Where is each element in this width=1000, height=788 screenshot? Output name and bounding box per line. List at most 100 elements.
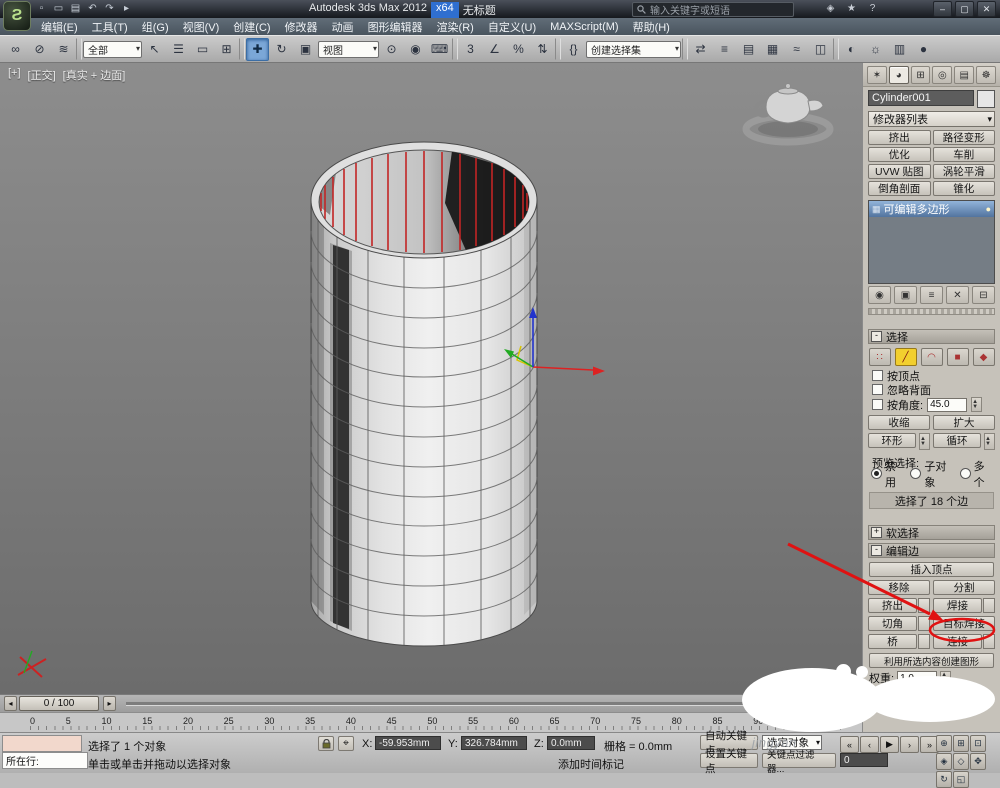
selection-lock-toggle[interactable] — [318, 736, 334, 751]
remove-modifier-icon[interactable]: ✕ — [946, 286, 969, 304]
menu-animation[interactable]: 动画 — [325, 18, 361, 36]
select-and-manipulate-icon[interactable]: ◉ — [404, 38, 427, 61]
weld-settings-button[interactable] — [983, 598, 995, 613]
loop-spinner[interactable]: ▲▼ — [984, 433, 995, 450]
current-frame-field[interactable]: 0 — [840, 753, 888, 767]
menu-maxscript[interactable]: MAXScript(M) — [543, 20, 625, 34]
configure-modifier-sets-icon[interactable]: ⊟ — [972, 286, 995, 304]
layer-manager-icon[interactable]: ▤ — [737, 38, 760, 61]
help-icon[interactable]: ? — [865, 1, 880, 16]
minimize-button[interactable]: – — [933, 1, 952, 17]
connect-button[interactable]: 连接 — [933, 634, 982, 649]
extrude-settings-button[interactable] — [918, 598, 930, 613]
previous-frame-button[interactable]: ‹ — [860, 736, 879, 753]
subobject-element-icon[interactable]: ◆ — [973, 348, 995, 366]
select-by-name-icon[interactable]: ☰ — [167, 38, 190, 61]
go-to-start-button[interactable]: « — [840, 736, 859, 753]
angle-snap-icon[interactable]: ∠ — [483, 38, 506, 61]
pan-icon[interactable]: ✥ — [970, 753, 986, 770]
zoom-all-icon[interactable]: ⊞ — [953, 735, 969, 752]
align-icon[interactable]: ≡ — [713, 38, 736, 61]
mirror-icon[interactable]: ⇄ — [689, 38, 712, 61]
time-tag-field[interactable]: 添加时间标记 — [558, 756, 624, 772]
orbit-icon[interactable]: ↻ — [936, 771, 952, 788]
subobject-border-icon[interactable]: ◠ — [921, 348, 943, 366]
remove-button[interactable]: 移除 — [868, 580, 930, 595]
zoom-extents-all-icon[interactable]: ◈ — [936, 753, 952, 770]
close-button[interactable]: ✕ — [977, 1, 996, 17]
key-filters-button[interactable]: 关键点过滤器... — [762, 753, 836, 768]
spinner-snap-icon[interactable]: ⇅ — [531, 38, 554, 61]
y-coord-field[interactable]: 326.784mm — [461, 736, 527, 750]
time-slider-prev-button[interactable]: ◂ — [4, 696, 17, 711]
select-and-rotate-icon[interactable]: ↻ — [270, 38, 293, 61]
mod-extrude-button[interactable]: 挤出 — [868, 130, 931, 145]
select-and-scale-icon[interactable]: ▣ — [294, 38, 317, 61]
menu-modifiers[interactable]: 修改器 — [278, 18, 325, 36]
viewport[interactable]: [+] [正交] [真实 + 边面] — [0, 63, 862, 694]
radio-dot[interactable] — [871, 468, 882, 479]
maxscript-listener-field[interactable]: 所在行: — [2, 752, 88, 769]
application-menu-logo-icon[interactable]: Ƨ — [3, 1, 31, 31]
tab-create[interactable]: ✶ — [867, 66, 887, 84]
select-object-icon[interactable]: ↖ — [143, 38, 166, 61]
mod-path-deform-button[interactable]: 路径变形 — [933, 130, 996, 145]
edit-named-selection-sets-icon[interactable]: {} — [562, 38, 585, 61]
menu-edit[interactable]: 编辑(E) — [34, 18, 85, 36]
time-slider-handle[interactable]: 0 / 100 — [19, 696, 99, 711]
menu-help[interactable]: 帮助(H) — [626, 18, 677, 36]
collapse-icon[interactable]: + — [871, 527, 882, 538]
render-production-icon[interactable]: ● — [912, 38, 935, 61]
menu-rendering[interactable]: 渲染(R) — [430, 18, 481, 36]
make-unique-icon[interactable]: ≡ — [920, 286, 943, 304]
viewport-canvas[interactable] — [0, 63, 862, 694]
rollout-edit-edges-header[interactable]: - 编辑边 — [868, 543, 995, 558]
open-file-icon[interactable]: ▭ — [51, 1, 66, 16]
weld-button[interactable]: 焊接 — [933, 598, 982, 613]
percent-snap-icon[interactable]: % — [507, 38, 530, 61]
tab-utilities[interactable]: ☸ — [976, 66, 996, 84]
object-color-swatch[interactable] — [977, 90, 995, 108]
target-weld-button[interactable]: 目标焊接 — [933, 616, 995, 631]
stack-visibility-bulb-icon[interactable]: ● — [986, 204, 991, 214]
redo-icon[interactable]: ↷ — [102, 1, 117, 16]
split-button[interactable]: 分割 — [933, 580, 995, 595]
viewport-pov-menu[interactable]: [正交] — [28, 67, 56, 83]
pin-stack-icon[interactable]: ◉ — [868, 286, 891, 304]
zoom-extents-icon[interactable]: ⊡ — [970, 735, 986, 752]
tab-motion[interactable]: ◎ — [932, 66, 952, 84]
time-slider[interactable]: ◂ 0 / 100 ▸ — [0, 694, 862, 712]
infocenter-search-input[interactable]: 输入关键字或短语 — [632, 2, 794, 17]
bind-to-space-warp-icon[interactable]: ≋ — [52, 38, 75, 61]
z-coord-field[interactable]: 0.0mm — [547, 736, 595, 750]
zoom-icon[interactable]: ⊕ — [936, 735, 952, 752]
angle-value-field[interactable]: 45.0 — [927, 398, 967, 412]
by-vertex-checkbox[interactable] — [872, 370, 883, 381]
macro-recorder-field[interactable] — [2, 735, 82, 752]
cylinder-object[interactable] — [311, 142, 537, 646]
panel-splitter[interactable] — [868, 308, 995, 315]
ring-button[interactable]: 环形 — [868, 433, 916, 448]
rectangular-selection-region-icon[interactable]: ▭ — [191, 38, 214, 61]
preview-subobject-radio[interactable]: 子对象 — [910, 458, 952, 490]
mod-uvw-map-button[interactable]: UVW 贴图 — [868, 164, 931, 179]
restore-button[interactable]: ▢ — [955, 1, 974, 17]
favorites-icon[interactable]: ★ — [844, 1, 859, 16]
reference-coordinate-combo[interactable]: 视图 — [318, 41, 379, 58]
menu-group[interactable]: 组(G) — [135, 18, 176, 36]
modifier-list-dropdown[interactable]: 修改器列表 — [868, 111, 995, 127]
rendered-frame-window-icon[interactable]: ▥ — [888, 38, 911, 61]
mod-taper-button[interactable]: 锥化 — [933, 181, 996, 196]
viewport-general-menu[interactable]: [+] — [8, 67, 21, 83]
field-of-view-icon[interactable]: ◇ — [953, 753, 969, 770]
chamfer-settings-button[interactable] — [918, 616, 930, 631]
menu-graph-editors[interactable]: 图形编辑器 — [361, 18, 430, 36]
undo-icon[interactable]: ↶ — [85, 1, 100, 16]
schematic-view-icon[interactable]: ◫ — [809, 38, 832, 61]
by-angle-checkbox[interactable] — [872, 399, 883, 410]
bridge-button[interactable]: 桥 — [868, 634, 917, 649]
gizmo-x-axis-arrow[interactable] — [593, 367, 605, 376]
select-and-move-icon[interactable]: ✚ — [246, 38, 269, 61]
tab-hierarchy[interactable]: ⊞ — [911, 66, 931, 84]
extrude-button[interactable]: 挤出 — [868, 598, 917, 613]
